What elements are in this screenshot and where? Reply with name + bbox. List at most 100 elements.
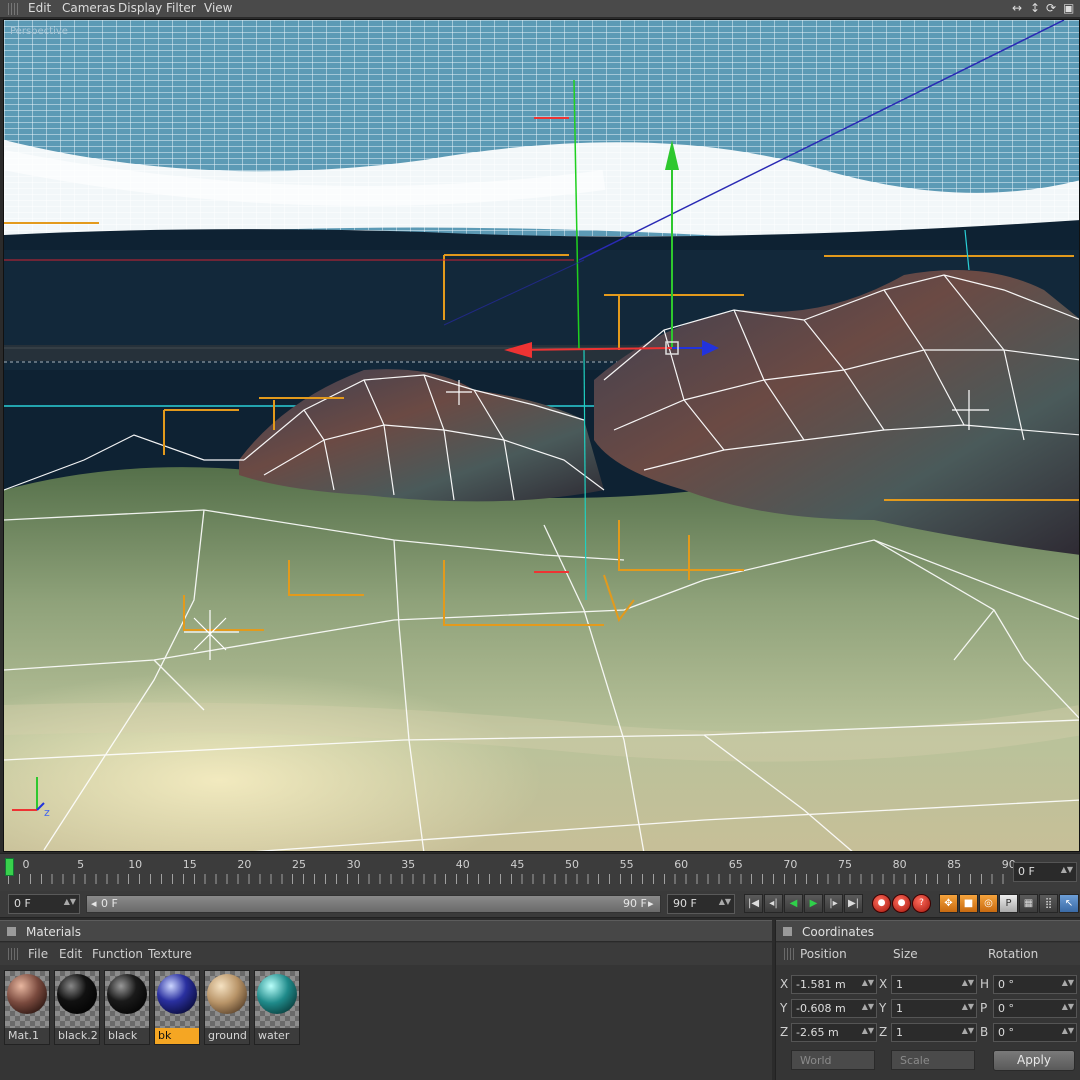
material-swatch-selected[interactable]: bk (154, 970, 200, 1045)
timeline[interactable]: 0 5 10 15 20 25 30 35 40 45 50 55 60 65 70 75 80 85 90 (0, 853, 1080, 891)
menubar-grip-icon[interactable] (8, 3, 18, 15)
record-button[interactable]: ● (872, 894, 891, 913)
coordinates-grip-icon[interactable] (784, 948, 794, 960)
playhead[interactable] (5, 858, 14, 876)
timeline-tick-label: 50 (565, 858, 579, 871)
move-mode-button[interactable]: ✥ (939, 894, 958, 913)
material-ball (7, 974, 47, 1014)
play-forward-button[interactable]: ▶ (804, 894, 823, 913)
layout-grid-button[interactable]: ⣿ (1039, 894, 1058, 913)
timeline-tick-label: 35 (401, 858, 416, 871)
timeline-tick-label: 25 (292, 858, 306, 871)
material-swatch[interactable]: Mat.1 (4, 970, 50, 1045)
apply-button[interactable]: Apply (993, 1050, 1075, 1071)
end-frame-field[interactable]: 90 F ▲▼ (667, 894, 735, 914)
rotation-p-field[interactable]: 0 ° ▲▼ (993, 999, 1077, 1018)
material-name: bk (155, 1028, 199, 1044)
3d-viewport[interactable]: Perspective z (3, 19, 1080, 852)
size-x-label: X (879, 977, 888, 991)
maximize-icon[interactable]: ▣ (1063, 1, 1074, 15)
materials-menu-texture[interactable]: Texture (148, 947, 192, 961)
go-to-end-button[interactable]: ▶| (844, 894, 863, 913)
pan-icon[interactable]: ↔ (1012, 1, 1022, 15)
rotation-b-label: B (980, 1025, 989, 1039)
coordinates-title: Coordinates (802, 925, 875, 939)
range-start-label: 0 F (101, 897, 118, 910)
rotation-h-field[interactable]: 0 ° ▲▼ (993, 975, 1077, 994)
prev-key-button[interactable]: ◂| (764, 894, 783, 913)
material-ball (57, 974, 97, 1014)
size-z-field[interactable]: 1 ▲▼ (891, 1023, 977, 1042)
materials-grip-icon[interactable] (8, 948, 18, 960)
menu-edit[interactable]: Edit (28, 1, 51, 15)
panel-menu-icon[interactable] (7, 927, 16, 936)
timeline-tools-button[interactable]: ↖ (1059, 894, 1079, 913)
position-y-field[interactable]: -0.608 m ▲▼ (791, 999, 877, 1018)
panel-menu-icon[interactable] (783, 927, 792, 936)
size-y-label: Y (879, 1001, 887, 1015)
timeline-tick-label: 0 (22, 858, 30, 871)
viewport-scene[interactable]: z (4, 20, 1080, 852)
material-swatch[interactable]: black (104, 970, 150, 1045)
rotation-p-label: P (980, 1001, 988, 1015)
orbit-icon[interactable]: ⟳ (1046, 1, 1056, 15)
rotation-h-label: H (980, 977, 990, 991)
rotation-header: Rotation (988, 947, 1039, 961)
current-frame-field[interactable]: 0 F ▲▼ (1013, 862, 1077, 882)
menu-filter[interactable]: Filter (166, 1, 196, 15)
size-x-field[interactable]: 1 ▲▼ (891, 975, 977, 994)
svg-text:z: z (44, 806, 50, 819)
position-z-field[interactable]: -2.65 m ▲▼ (791, 1023, 877, 1042)
preview-range-slider[interactable]: ◂ 0 F 90 F ▸ (86, 895, 661, 913)
play-backward-button[interactable]: ◀ (784, 894, 803, 913)
timeline-tick-label: 85 (947, 858, 962, 871)
pla-mode-button[interactable]: ▦ (1019, 894, 1038, 913)
position-z-label: Z (780, 1025, 789, 1039)
go-to-start-button[interactable]: |◀ (744, 894, 763, 913)
scale-mode-button[interactable]: ■ (959, 894, 978, 913)
menu-cameras[interactable]: Cameras (62, 1, 115, 15)
materials-menu-function[interactable]: Function (92, 947, 143, 961)
range-right-arrow-icon[interactable]: ▸ (648, 897, 654, 910)
position-header: Position (800, 947, 847, 961)
timeline-tick-label: 70 (783, 858, 798, 871)
material-swatch[interactable]: ground (204, 970, 250, 1045)
position-x-field[interactable]: -1.581 m ▲▼ (791, 975, 877, 994)
rotate-mode-button[interactable]: ◎ (979, 894, 998, 913)
material-swatch[interactable]: water (254, 970, 300, 1045)
timeline-tick-label: 80 (892, 858, 907, 871)
materials-menu-edit[interactable]: Edit (59, 947, 82, 961)
menu-display[interactable]: Display (118, 1, 162, 15)
viewport-camera-label: Perspective (10, 26, 68, 37)
material-swatch[interactable]: black.2 (54, 970, 100, 1045)
size-mode-dropdown[interactable]: Scale (891, 1050, 975, 1070)
material-ball (107, 974, 147, 1014)
material-ball (257, 974, 297, 1014)
timeline-tick-label: 55 (619, 858, 634, 871)
timeline-ruler[interactable]: 0 5 10 15 20 25 30 35 40 45 50 55 60 65 70 75 80 85 90 (8, 854, 1016, 888)
materials-menu-file[interactable]: File (28, 947, 48, 961)
keyframe-selection-button[interactable]: ? (912, 894, 931, 913)
timeline-ticks (8, 874, 1008, 884)
next-key-button[interactable]: |▸ (824, 894, 843, 913)
range-left-arrow-icon[interactable]: ◂ (91, 897, 97, 910)
coordinate-system-dropdown[interactable]: World (791, 1050, 875, 1070)
menu-view[interactable]: View (204, 1, 232, 15)
material-name: water (255, 1028, 299, 1044)
timeline-tick-label: 20 (237, 858, 252, 871)
range-end-label: 90 F (623, 897, 647, 910)
parameter-mode-button[interactable]: P (999, 894, 1018, 913)
timeline-tick-label: 65 (728, 858, 743, 871)
start-frame-field[interactable]: 0 F ▲▼ (8, 894, 80, 914)
material-name: Mat.1 (5, 1028, 49, 1044)
timeline-tick-label: 30 (346, 858, 361, 871)
autokey-button[interactable]: ● (892, 894, 911, 913)
position-x-label: X (780, 977, 789, 991)
timeline-tick-label: 5 (77, 858, 85, 871)
size-z-label: Z (879, 1025, 888, 1039)
materials-title: Materials (26, 925, 82, 939)
size-y-field[interactable]: 1 ▲▼ (891, 999, 977, 1018)
coordinates-subbar: Position Size Rotation (776, 943, 1080, 965)
rotation-b-field[interactable]: 0 ° ▲▼ (993, 1023, 1077, 1042)
dolly-icon[interactable]: ↕ (1030, 1, 1040, 15)
